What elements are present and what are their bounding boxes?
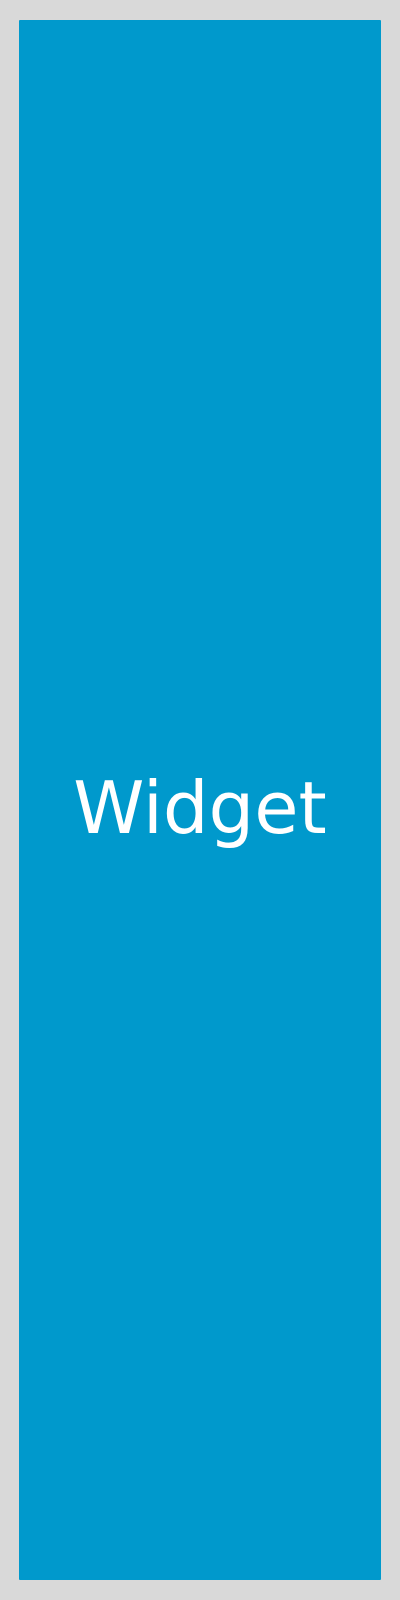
widget-label: Widget [73,766,327,850]
widget-panel[interactable]: Widget [19,20,381,1580]
page-background: { "widget": { "label": "Widget", "colors… [0,0,400,1600]
